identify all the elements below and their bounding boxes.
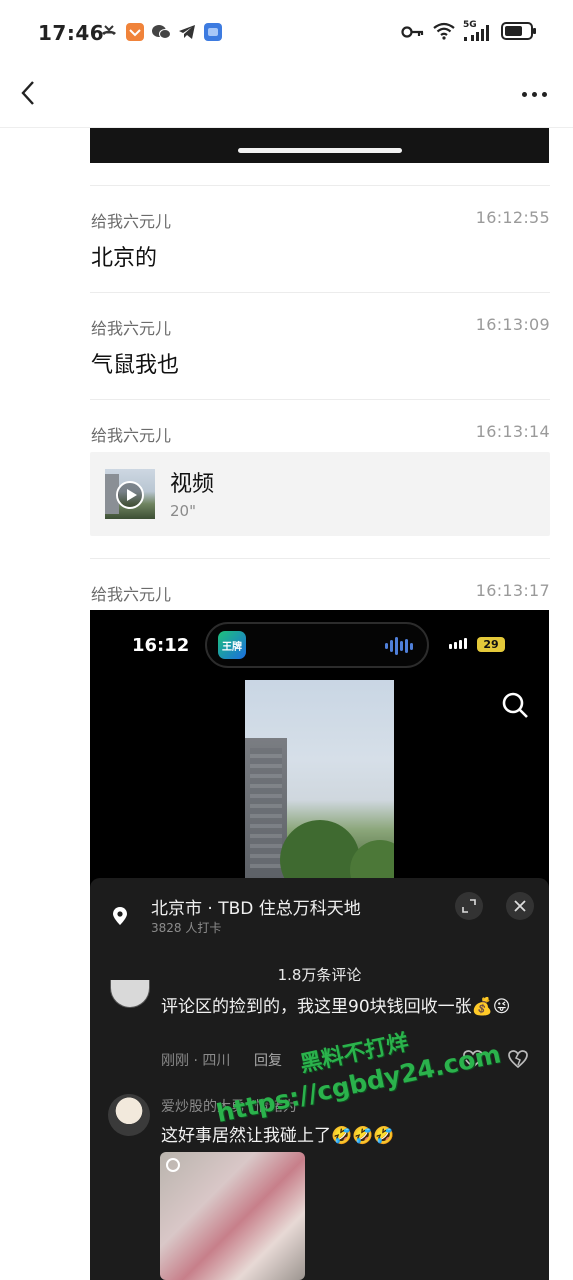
reply-label: 回复 [254, 1053, 282, 1069]
avatar [108, 1094, 150, 1136]
message-sender: 给我六元儿 [91, 212, 172, 231]
commenter-name: 爱炒股的大勇 (情绪为 [161, 1099, 297, 1115]
video-title: 视频 [170, 472, 215, 497]
divider [90, 292, 550, 293]
comment-count: 1.8万条评论 [277, 966, 362, 984]
dynamic-island: 王牌 [205, 622, 429, 668]
notification-icons [99, 22, 223, 42]
message-time: 16:13:14 [475, 422, 550, 441]
location-pin-icon [112, 906, 128, 926]
key-icon [401, 24, 425, 43]
audio-wave-icon [385, 636, 413, 656]
battery-badge: 29 [477, 637, 505, 652]
app-icon: 王牌 [218, 631, 246, 659]
signal-icon [449, 638, 467, 649]
comment-panel: 北京市 · TBD 住总万科天地 3828 人打卡 1.8万条评论 评论区的捡到… [90, 878, 549, 1280]
video-thumbnail [105, 469, 155, 519]
expand-icon [462, 899, 476, 913]
video-frame [245, 680, 394, 880]
video-message-partial[interactable] [90, 128, 549, 163]
play-icon [116, 481, 144, 509]
more-button[interactable] [517, 82, 551, 106]
message-sender: 给我六元儿 [91, 585, 172, 604]
search-icon [500, 690, 530, 720]
video-card[interactable]: 视频 20" [90, 452, 550, 536]
battery-icon [501, 22, 537, 44]
comment-meta: 刚刚 · 四川 [161, 1053, 231, 1069]
telegram-icon [177, 22, 197, 42]
divider [90, 558, 550, 559]
app-badge-icon [125, 22, 145, 42]
video-progress-bar [238, 148, 402, 153]
location-name: 北京市 · TBD 住总万科天地 [151, 899, 361, 919]
nav-bar [0, 66, 573, 128]
back-button[interactable] [14, 78, 46, 110]
close-button [506, 892, 534, 920]
dislike-icon [507, 1048, 529, 1070]
video-duration: 20" [170, 502, 196, 520]
message-time: 16:12:55 [475, 208, 550, 227]
avatar [110, 980, 150, 1008]
wifi-icon [433, 22, 455, 44]
message-text[interactable]: 北京的 [91, 240, 157, 272]
missed-call-icon [99, 22, 119, 42]
message-time: 16:13:17 [475, 581, 550, 600]
system-icons: 5G [401, 20, 537, 44]
heart-icon [462, 1048, 484, 1070]
image-message[interactable]: 16:12 王牌 29 北京市 · TBD 住总万科天地 3828 人打卡 1.… [90, 610, 549, 1280]
divider [90, 399, 550, 400]
message-sender: 给我六元儿 [91, 426, 172, 445]
message-time: 16:13:09 [475, 315, 550, 334]
message-sender: 给我六元儿 [91, 319, 172, 338]
close-icon [514, 900, 526, 912]
comment-text: 评论区的捡到的，我这里90块钱回收一张💰😜 [161, 997, 511, 1017]
checkin-count: 3828 人打卡 [151, 921, 222, 935]
screenshot-time: 16:12 [132, 635, 190, 656]
chevron-left-icon [21, 81, 34, 105]
divider [90, 185, 550, 186]
live-photo-icon [166, 1158, 180, 1172]
status-time: 17:46 [38, 21, 105, 45]
signal-5g-icon: 5G [463, 20, 493, 43]
wechat-icon [151, 22, 171, 42]
more-dots-icon [521, 91, 527, 97]
comment-image [160, 1152, 305, 1280]
comment-text: 这好事居然让我碰上了🤣🤣🤣 [161, 1126, 395, 1146]
blue-app-icon [203, 22, 223, 42]
status-bar: 17:46 5G [0, 0, 573, 66]
expand-button [455, 892, 483, 920]
message-text[interactable]: 气鼠我也 [91, 347, 179, 379]
